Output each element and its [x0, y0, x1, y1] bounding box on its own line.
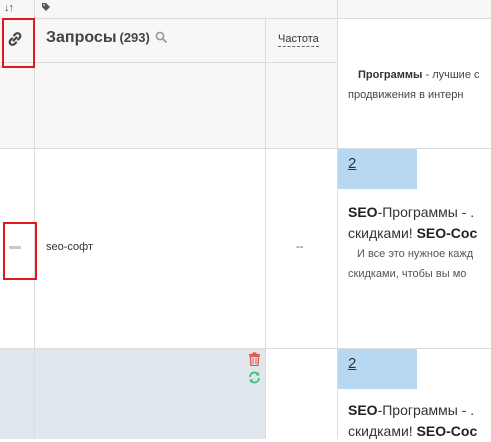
query-text: seo-софт [46, 241, 93, 253]
table-cell [266, 349, 337, 439]
minus-icon[interactable] [9, 246, 21, 249]
result-snippet-line: продвижения в интерн [348, 89, 464, 101]
queries-column-header[interactable]: Запросы (293) [46, 29, 150, 47]
table-row-selected [0, 349, 265, 439]
queries-title: Запросы [46, 29, 117, 46]
table-row [0, 63, 337, 148]
position-link[interactable]: 2 [348, 355, 356, 372]
refresh-icon[interactable] [248, 371, 261, 384]
frequency-value: -- [296, 241, 304, 253]
result-title[interactable]: SEO-Программы - . [348, 202, 474, 223]
highlight-frame [3, 222, 37, 280]
result-description: И все это нужное кажд [357, 248, 474, 260]
table-toolbar [0, 0, 491, 18]
position-link[interactable]: 2 [348, 155, 356, 172]
tag-icon[interactable] [41, 2, 51, 12]
trash-icon[interactable] [248, 352, 261, 366]
result-title-line[interactable]: скидками! SEO-Coc [348, 223, 477, 244]
queries-count: (293) [119, 30, 150, 45]
sort-icon[interactable]: ↓↑ [4, 1, 14, 15]
result-title[interactable]: SEO-Программы - . [348, 400, 474, 421]
link-icon[interactable] [7, 31, 23, 47]
results-header [338, 19, 491, 62]
result-description-line: скидками, чтобы вы мо [348, 268, 467, 280]
frequency-column-header[interactable]: Частота [278, 33, 319, 47]
search-icon[interactable] [155, 31, 167, 43]
result-snippet: Программы - лучшие с [358, 69, 480, 81]
